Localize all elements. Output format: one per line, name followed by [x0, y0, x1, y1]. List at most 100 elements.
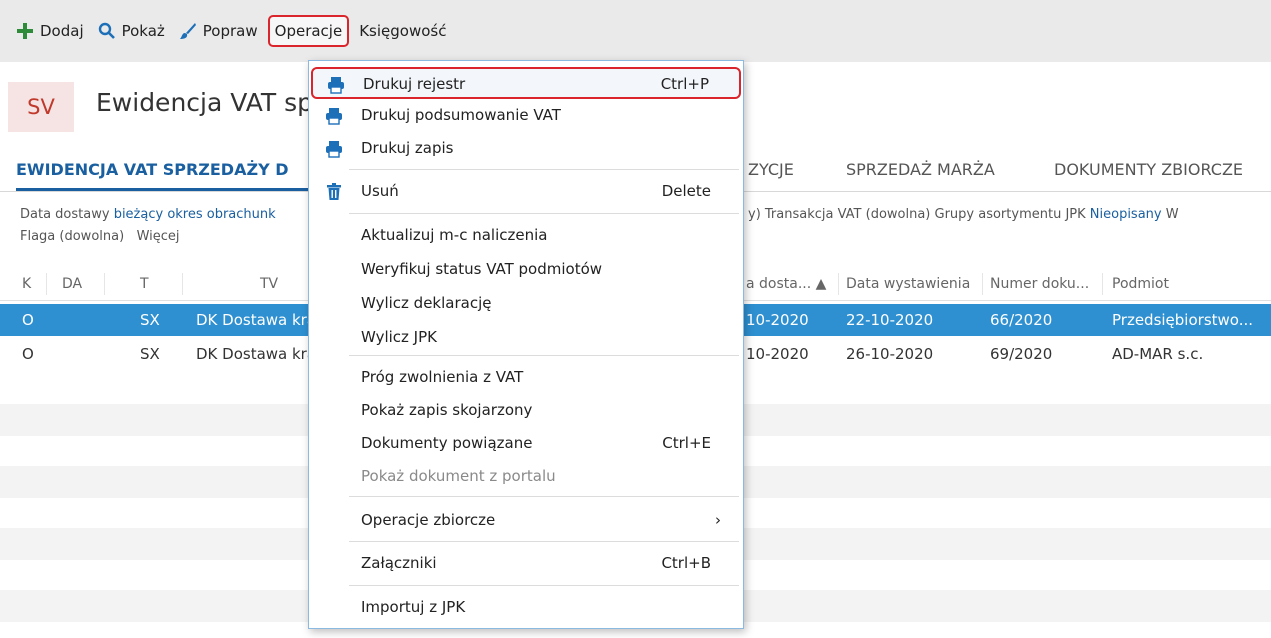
delivery-date-filter-label: Data dostawy [20, 207, 110, 222]
printer-icon [325, 107, 343, 125]
tab-margin-sales[interactable]: SPRZEDAŻ MARŻA [846, 160, 995, 179]
menu-separator [349, 169, 739, 170]
column-header-document-number[interactable]: Numer doku... [990, 276, 1089, 292]
delivery-date-header-label: a dosta... [746, 276, 812, 292]
column-header-delivery-date[interactable]: a dosta... ▲ [746, 276, 826, 292]
search-icon [98, 22, 116, 40]
flag-filter[interactable]: Flaga (dowolna) [20, 229, 124, 244]
active-tab-indicator [16, 188, 316, 191]
menu-separator [349, 585, 739, 586]
jpk-group-filter-value[interactable]: Nieopisany [1090, 207, 1162, 222]
printer-icon [327, 76, 345, 94]
menu-item-update-accrual-month[interactable]: Aktualizuj m-c naliczenia [311, 220, 741, 252]
app-window: Dodaj Pokaż Popraw Operacje Księgowość S… [0, 0, 1271, 638]
menu-item-label: Próg zwolnienia z VAT [361, 368, 524, 386]
menu-item-label: Drukuj podsumowanie VAT [361, 106, 561, 124]
plus-icon [16, 22, 34, 40]
menu-item-label: Importuj z JPK [361, 598, 466, 616]
trash-icon [325, 183, 343, 201]
toolbar: Dodaj Pokaż Popraw Operacje Księgowość [0, 0, 1271, 62]
tab-sales-vat-register[interactable]: EWIDENCJA VAT SPRZEDAŻY D [16, 160, 289, 179]
filter-row-2: Flaga (dowolna) Więcej [20, 229, 180, 244]
operations-dropdown-menu: Drukuj rejestr Ctrl+P Drukuj podsumowani… [308, 60, 744, 629]
edit-button[interactable]: Popraw [179, 16, 258, 46]
cell-delivery-date: 10-2020 [746, 311, 809, 329]
menu-item-label: Drukuj zapis [361, 139, 454, 157]
menu-item-label: Usuń [361, 182, 399, 200]
operations-menu-button[interactable]: Operacje [267, 15, 350, 47]
menu-item-related-documents[interactable]: Dokumenty powiązane Ctrl+E [311, 428, 741, 460]
cell-issue-date: 26-10-2020 [846, 345, 934, 363]
menu-separator [349, 541, 739, 542]
cell-tv: DK Dostawa kra [196, 311, 308, 329]
operations-menu-label: Operacje [274, 22, 343, 40]
cell-t: SX [140, 345, 160, 363]
menu-separator [349, 355, 739, 356]
menu-item-import-from-jpk[interactable]: Importuj z JPK [311, 592, 741, 624]
vat-transaction-filter[interactable]: y) Transakcja VAT (dowolna) Grupy asorty… [748, 207, 1086, 222]
printer-icon [325, 140, 343, 158]
menu-item-calculate-jpk[interactable]: Wylicz JPK [311, 322, 741, 354]
cell-k: O [22, 345, 34, 363]
menu-item-print-vat-summary[interactable]: Drukuj podsumowanie VAT [311, 100, 741, 132]
menu-item-shortcut: Ctrl+E [662, 434, 711, 452]
cell-delivery-date: 10-2020 [746, 345, 809, 363]
menu-separator [349, 496, 739, 497]
cell-entity: AD-MAR s.c. [1112, 345, 1204, 363]
document-type-badge: SV [8, 82, 74, 132]
cell-t: SX [140, 311, 160, 329]
menu-item-label: Dokumenty powiązane [361, 434, 533, 452]
menu-item-verify-vat-status[interactable]: Weryfikuj status VAT podmiotów [311, 254, 741, 286]
cell-document-number: 66/2020 [990, 311, 1053, 329]
delivery-date-filter-value[interactable]: bieżący okres obrachunk [114, 207, 276, 222]
menu-item-print-entry[interactable]: Drukuj zapis [311, 133, 741, 165]
edit-button-label: Popraw [202, 22, 258, 40]
menu-item-label: Operacje zbiorcze [361, 511, 496, 529]
cell-tv: DK Dostawa kra [196, 345, 308, 363]
cell-document-number: 69/2020 [990, 345, 1053, 363]
menu-item-label: Weryfikuj status VAT podmiotów [361, 260, 603, 278]
brush-icon [179, 22, 197, 40]
filter-row-1-continued: y) Transakcja VAT (dowolna) Grupy asorty… [748, 207, 1179, 222]
menu-item-vat-exemption-threshold[interactable]: Próg zwolnienia z VAT [311, 362, 741, 394]
column-header-issue-date[interactable]: Data wystawienia [846, 276, 970, 292]
menu-item-batch-operations[interactable]: Operacje zbiorcze › [311, 505, 741, 537]
chevron-right-icon: › [715, 511, 721, 529]
column-header-k[interactable]: K [22, 276, 31, 292]
menu-item-show-linked-entry[interactable]: Pokaż zapis skojarzony [311, 395, 741, 427]
cell-k: O [22, 311, 34, 329]
tab-collective-documents[interactable]: DOKUMENTY ZBIORCZE [1054, 160, 1243, 179]
menu-item-label: Pokaż dokument z portalu [361, 467, 556, 485]
show-button[interactable]: Pokaż [98, 16, 165, 46]
column-header-t[interactable]: T [140, 276, 149, 292]
menu-item-calculate-declaration[interactable]: Wylicz deklarację [311, 288, 741, 320]
menu-item-print-register[interactable]: Drukuj rejestr Ctrl+P [311, 67, 741, 99]
add-button-label: Dodaj [40, 22, 84, 40]
cell-issue-date: 22-10-2020 [846, 311, 934, 329]
tab-acquisitions[interactable]: ZYCJE [748, 160, 794, 179]
menu-item-delete[interactable]: Usuń Delete [311, 176, 741, 208]
menu-item-label: Wylicz deklarację [361, 294, 492, 312]
filter-overflow-text: W [1165, 207, 1179, 222]
add-button[interactable]: Dodaj [16, 16, 84, 46]
column-header-entity[interactable]: Podmiot [1112, 276, 1169, 292]
column-header-tv[interactable]: TV [260, 276, 278, 292]
menu-item-label: Wylicz JPK [361, 328, 437, 346]
menu-item-attachments[interactable]: Załączniki Ctrl+B [311, 548, 741, 580]
menu-item-shortcut: Delete [661, 182, 711, 200]
accounting-menu-button[interactable]: Księgowość [359, 16, 446, 46]
menu-item-show-portal-document: Pokaż dokument z portalu [311, 461, 741, 493]
menu-item-shortcut: Ctrl+P [660, 75, 709, 93]
column-header-da[interactable]: DA [62, 276, 82, 292]
cell-entity: Przedsiębiorstwo... [1112, 311, 1253, 329]
menu-separator [349, 213, 739, 214]
menu-item-label: Załączniki [361, 554, 437, 572]
more-filters-link[interactable]: Więcej [137, 229, 180, 244]
sort-ascending-icon: ▲ [815, 276, 827, 292]
menu-item-label: Aktualizuj m-c naliczenia [361, 226, 548, 244]
menu-item-label: Pokaż zapis skojarzony [361, 401, 533, 419]
accounting-menu-label: Księgowość [359, 22, 447, 40]
menu-item-shortcut: Ctrl+B [661, 554, 711, 572]
show-button-label: Pokaż [121, 22, 165, 40]
page-title: Ewidencja VAT sp [96, 88, 314, 117]
